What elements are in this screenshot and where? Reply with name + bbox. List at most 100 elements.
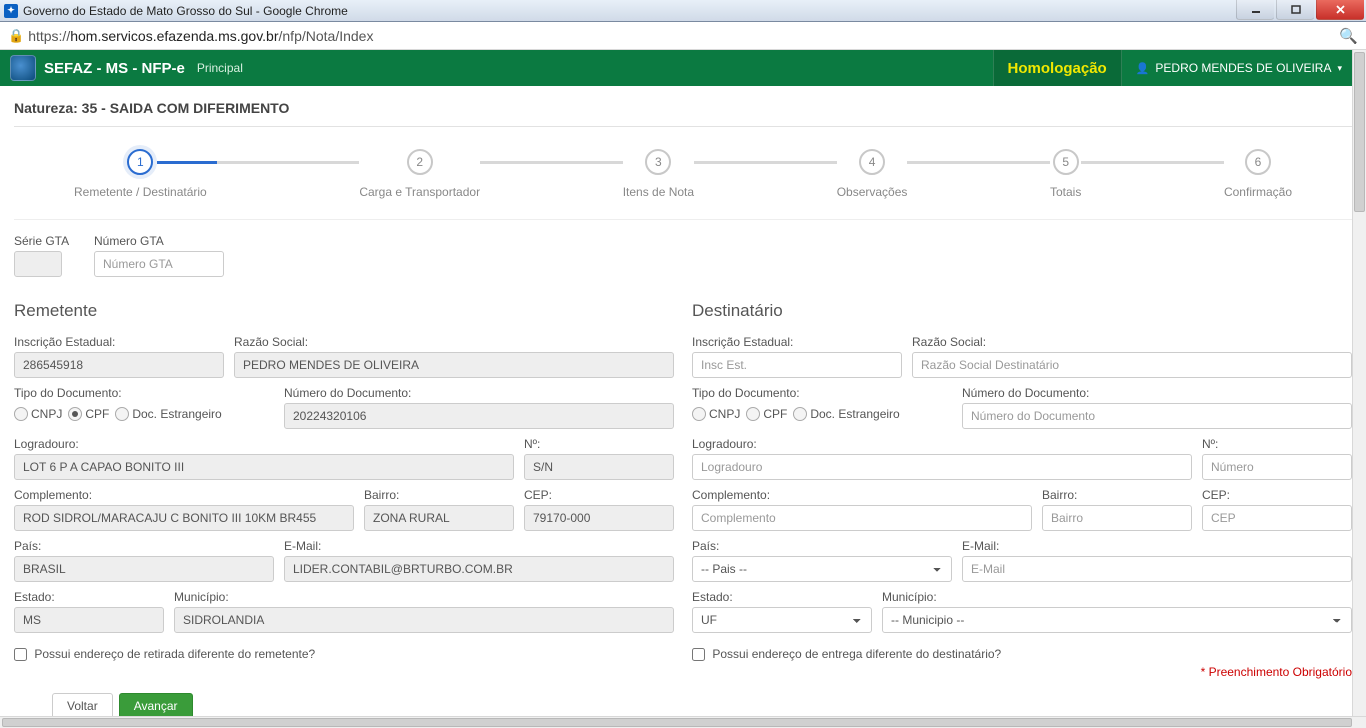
rem-complemento-input[interactable]	[14, 505, 354, 531]
dest-radio-cnpj[interactable]: CNPJ	[692, 407, 740, 421]
lock-icon: 🔒	[8, 28, 24, 44]
window-title: Governo do Estado de Mato Grosso do Sul …	[23, 4, 348, 18]
dest-numdoc-label: Número do Documento:	[962, 386, 1352, 400]
step-1-label: Remetente / Destinatário	[74, 185, 207, 199]
rem-cep-label: CEP:	[524, 488, 674, 502]
window-titlebar: ✦ Governo do Estado de Mato Grosso do Su…	[0, 0, 1366, 22]
remetente-section: Remetente Inscrição Estadual: Razão Soci…	[14, 291, 674, 679]
dest-bairro-input[interactable]	[1042, 505, 1192, 531]
rem-municipio-label: Município:	[174, 590, 674, 604]
divider	[14, 126, 1352, 127]
dest-tipodoc-label: Tipo do Documento:	[692, 386, 952, 400]
window-minimize-button[interactable]	[1236, 0, 1274, 20]
dest-email-label: E-Mail:	[962, 539, 1352, 553]
user-name: PEDRO MENDES DE OLIVEIRA	[1155, 61, 1331, 75]
dest-ie-label: Inscrição Estadual:	[692, 335, 902, 349]
rem-razao-input[interactable]	[234, 352, 674, 378]
dest-pais-select[interactable]: -- Pais --	[692, 556, 952, 582]
step-line-1b	[217, 161, 360, 164]
address-bar[interactable]: 🔒 https://hom.servicos.efazenda.ms.gov.b…	[0, 22, 1366, 50]
dest-email-input[interactable]	[962, 556, 1352, 582]
url-host: hom.servicos.efazenda.ms.gov.br	[70, 28, 278, 44]
rem-logradouro-input[interactable]	[14, 454, 514, 480]
step-4[interactable]: 4 Observações	[837, 149, 908, 199]
dest-cep-input[interactable]	[1202, 505, 1352, 531]
vertical-scrollbar[interactable]	[1352, 50, 1366, 716]
rem-municipio-select[interactable]: SIDROLANDIA	[174, 607, 674, 633]
rem-email-label: E-Mail:	[284, 539, 674, 553]
step-6-label: Confirmação	[1224, 185, 1292, 199]
window-maximize-button[interactable]	[1276, 0, 1314, 20]
step-3-label: Itens de Nota	[623, 185, 694, 199]
dest-numero-input[interactable]	[1202, 454, 1352, 480]
step-2-circle: 2	[407, 149, 433, 175]
app-header: SEFAZ - MS - NFP-e Principal Homologação…	[0, 50, 1366, 86]
serie-gta-label: Série GTA	[14, 234, 74, 248]
homolog-badge: Homologação	[993, 50, 1122, 86]
dest-bairro-label: Bairro:	[1042, 488, 1192, 502]
dest-cep-label: CEP:	[1202, 488, 1352, 502]
state-logo-icon	[10, 55, 36, 81]
rem-radio-cnpj[interactable]: CNPJ	[14, 407, 62, 421]
user-menu[interactable]: 👤 PEDRO MENDES DE OLIVEIRA ▾	[1122, 50, 1356, 86]
rem-cep-input[interactable]	[524, 505, 674, 531]
rem-email-input[interactable]	[284, 556, 674, 582]
step-4-circle: 4	[859, 149, 885, 175]
numero-gta-input[interactable]	[94, 251, 224, 277]
step-1-circle: 1	[127, 149, 153, 175]
brand-title: SEFAZ - MS - NFP-e	[44, 60, 185, 77]
rem-razao-label: Razão Social:	[234, 335, 674, 349]
dest-ie-input[interactable]	[692, 352, 902, 378]
numero-gta-label: Número GTA	[94, 234, 254, 248]
step-5-circle: 5	[1053, 149, 1079, 175]
rem-retirada-label: Possui endereço de retirada diferente do…	[34, 647, 315, 661]
dest-estado-select[interactable]: UF	[692, 607, 872, 633]
destinatario-section: Destinatário Inscrição Estadual: Razão S…	[692, 291, 1352, 679]
step-1[interactable]: 1 Remetente / Destinatário	[74, 149, 207, 199]
nav-principal[interactable]: Principal	[197, 61, 243, 75]
rem-estado-select[interactable]: MS	[14, 607, 164, 633]
rem-complemento-label: Complemento:	[14, 488, 354, 502]
dest-radio-estrangeiro[interactable]: Doc. Estrangeiro	[793, 407, 899, 421]
horizontal-scrollbar[interactable]	[0, 716, 1366, 728]
rem-numdoc-input[interactable]	[284, 403, 674, 429]
rem-numdoc-label: Número do Documento:	[284, 386, 674, 400]
rem-retirada-checkbox[interactable]	[14, 648, 27, 661]
rem-ie-input[interactable]	[14, 352, 224, 378]
dest-radio-cpf[interactable]: CPF	[746, 407, 787, 421]
window-controls	[1236, 0, 1366, 20]
step-2[interactable]: 2 Carga e Transportador	[359, 149, 480, 199]
step-4-label: Observações	[837, 185, 908, 199]
rem-bairro-label: Bairro:	[364, 488, 514, 502]
rem-radio-estrangeiro[interactable]: Doc. Estrangeiro	[115, 407, 221, 421]
dest-razao-input[interactable]	[912, 352, 1352, 378]
serie-gta-input[interactable]	[14, 251, 62, 277]
natureza-title: Natureza: 35 - SAIDA COM DIFERIMENTO	[14, 100, 1352, 116]
dest-complemento-input[interactable]	[692, 505, 1032, 531]
step-line-2	[480, 161, 623, 164]
step-3[interactable]: 3 Itens de Nota	[623, 149, 694, 199]
rem-numero-input[interactable]	[524, 454, 674, 480]
dest-municipio-select[interactable]: -- Municipio --	[882, 607, 1352, 633]
step-2-label: Carga e Transportador	[359, 185, 480, 199]
step-5[interactable]: 5 Totais	[1050, 149, 1081, 199]
step-line-4	[907, 161, 1050, 164]
dest-entrega-checkbox[interactable]	[692, 648, 705, 661]
user-icon: 👤	[1136, 62, 1150, 75]
window-close-button[interactable]	[1316, 0, 1364, 20]
dest-numdoc-input[interactable]	[962, 403, 1352, 429]
dest-logradouro-input[interactable]	[692, 454, 1192, 480]
url-scheme: https://	[28, 28, 70, 44]
rem-numero-label: Nº:	[524, 437, 674, 451]
rem-radio-cpf[interactable]: CPF	[68, 407, 109, 421]
dest-pais-label: País:	[692, 539, 952, 553]
dest-razao-label: Razão Social:	[912, 335, 1352, 349]
dest-complemento-label: Complemento:	[692, 488, 1032, 502]
app-favicon: ✦	[4, 4, 18, 18]
search-icon[interactable]: 🔍	[1339, 27, 1358, 45]
step-6[interactable]: 6 Confirmação	[1224, 149, 1292, 199]
url-path: /nfp/Nota/Index	[279, 28, 374, 44]
dest-municipio-label: Município:	[882, 590, 1352, 604]
rem-bairro-input[interactable]	[364, 505, 514, 531]
rem-pais-select[interactable]: BRASIL	[14, 556, 274, 582]
